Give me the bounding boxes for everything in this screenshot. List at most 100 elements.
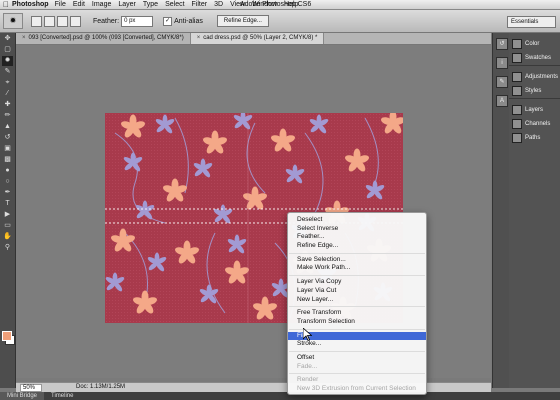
menu-item-fade: Fade... xyxy=(297,362,318,370)
menu-item-layer-via-cut[interactable]: Layer Via Cut xyxy=(288,287,426,296)
antialias-checkbox[interactable]: ✓ xyxy=(163,16,173,26)
feather-label: Feather: xyxy=(93,17,120,25)
app-menu[interactable]: Photoshop xyxy=(12,1,49,8)
menu-item-new-3d-extrusion-from-current-selection: New 3D Extrusion from Current Selection xyxy=(297,385,416,392)
bottom-panel-tabs: Mini Bridge Timeline xyxy=(0,392,560,400)
menu-item-new-layer[interactable]: New Layer... xyxy=(288,296,426,305)
eraser-tool-icon[interactable]: ▣ xyxy=(2,144,13,154)
menu-item-offset[interactable]: Offset xyxy=(288,354,426,363)
workspace-select[interactable]: Essentials xyxy=(507,16,556,28)
apple-icon[interactable]:  xyxy=(0,0,12,9)
feather-input[interactable]: 0 px xyxy=(121,15,154,27)
quick-select-tool-icon[interactable]: ✎ xyxy=(2,67,13,77)
panel-item-styles[interactable]: Styles xyxy=(509,84,560,98)
tab-mini-bridge[interactable]: Mini Bridge xyxy=(0,392,45,400)
foreground-color-swatch[interactable] xyxy=(2,331,12,341)
type-tool-icon[interactable]: T xyxy=(2,199,13,209)
menu-item-layer-via-copy[interactable]: Layer Via Copy xyxy=(288,278,426,287)
menu-separator xyxy=(288,251,426,256)
healing-tool-icon[interactable]: ✚ xyxy=(2,100,13,110)
menu-3d[interactable]: 3D xyxy=(214,1,223,8)
brush-tool-icon[interactable]: ✏ xyxy=(2,111,13,121)
panel-item-layers[interactable]: Layers xyxy=(509,103,560,117)
pen-tool-icon[interactable]: ✒ xyxy=(2,188,13,198)
refine-edge-button[interactable]: Refine Edge... xyxy=(216,15,269,27)
panel-item-adjustments[interactable]: Adjustments xyxy=(509,70,560,84)
shape-tool-icon[interactable]: ▭ xyxy=(2,221,13,231)
paths-icon xyxy=(512,133,522,143)
stamp-tool-icon[interactable]: ▲ xyxy=(2,122,13,132)
menu-edit[interactable]: Edit xyxy=(73,1,85,8)
panels-column: Color Swatches Adjustments Styles Layers… xyxy=(509,33,560,388)
move-tool-icon[interactable]: ✥ xyxy=(2,34,13,44)
blur-tool-icon[interactable]: ● xyxy=(2,166,13,176)
menu-item-refine-edge[interactable]: Refine Edge... xyxy=(288,242,426,251)
styles-icon xyxy=(512,86,522,96)
menu-separator xyxy=(288,349,426,354)
panel-label: Swatches xyxy=(525,55,552,61)
tab-document-1[interactable]: × 093 [Converted].psd @ 100% (093 [Conver… xyxy=(16,33,191,44)
character-panel-icon[interactable]: A xyxy=(496,95,508,107)
menu-image[interactable]: Image xyxy=(92,1,111,8)
antialias-label: Anti-alias xyxy=(174,17,203,25)
panel-label: Paths xyxy=(525,135,541,141)
menu-filter[interactable]: Filter xyxy=(192,1,208,8)
document-size-info[interactable]: Doc: 1.13M/1.25M xyxy=(76,384,125,390)
menu-item-free-transform[interactable]: Free Transform xyxy=(288,309,426,318)
path-select-tool-icon[interactable]: ▶ xyxy=(2,210,13,220)
adjustments-icon xyxy=(512,72,522,82)
menu-type[interactable]: Type xyxy=(143,1,158,8)
menu-item-save-selection[interactable]: Save Selection... xyxy=(288,256,426,265)
zoom-level-field[interactable]: 50% xyxy=(20,384,42,392)
tools-panel: ✥ ▢ ✹ ✎ ⌖ ⁄ ✚ ✏ ▲ ↺ ▣ ▩ ● ○ ✒ T ▶ ▭ ✋ ⚲ xyxy=(0,33,16,388)
panel-label: Adjustments xyxy=(525,74,559,80)
menu-item-transform-selection[interactable]: Transform Selection xyxy=(288,318,426,327)
new-selection-button[interactable] xyxy=(31,15,42,27)
tab-label: 093 [Converted].psd @ 100% (093 [Convert… xyxy=(28,35,184,41)
tab-timeline[interactable]: Timeline xyxy=(44,392,80,400)
document-tabs: × 093 [Converted].psd @ 100% (093 [Conver… xyxy=(16,33,491,45)
layers-icon xyxy=(512,105,522,115)
menu-separator xyxy=(288,273,426,278)
menu-separator xyxy=(288,304,426,309)
history-brush-tool-icon[interactable]: ↺ xyxy=(2,133,13,143)
menu-item-deselect[interactable]: Deselect xyxy=(288,216,426,225)
subtract-from-selection-button[interactable] xyxy=(57,15,68,27)
dodge-tool-icon[interactable]: ○ xyxy=(2,177,13,187)
panel-item-paths[interactable]: Paths xyxy=(509,131,560,145)
menu-item-make-work-path[interactable]: Make Work Path... xyxy=(288,264,426,273)
zoom-tool-icon[interactable]: ⚲ xyxy=(2,243,13,253)
menu-bar:  Photoshop File Edit Image Layer Type S… xyxy=(0,0,560,10)
menu-layer[interactable]: Layer xyxy=(118,1,136,8)
tab-label: cad dress.psd @ 50% (Layer 2, CMYK/8) * xyxy=(203,35,318,41)
panel-label: Layers xyxy=(525,107,544,113)
lasso-tool-icon[interactable]: ✹ xyxy=(2,56,13,66)
crop-tool-icon[interactable]: ⌖ xyxy=(2,78,13,88)
menu-item-stroke[interactable]: Stroke... xyxy=(288,340,426,349)
panel-item-channels[interactable]: Channels xyxy=(509,117,560,131)
marquee-tool-icon[interactable]: ▢ xyxy=(2,45,13,55)
panel-item-swatches[interactable]: Swatches xyxy=(509,51,560,65)
mouse-pointer-icon xyxy=(303,328,312,341)
brush-panel-icon[interactable]: ✎ xyxy=(496,76,508,88)
close-icon[interactable]: × xyxy=(197,35,201,41)
lasso-tool-preset-icon[interactable]: ✹ xyxy=(3,13,23,29)
close-icon[interactable]: × xyxy=(22,35,26,41)
history-panel-icon[interactable]: ↺ xyxy=(496,38,508,50)
menu-file[interactable]: File xyxy=(55,1,66,8)
menu-separator xyxy=(288,371,426,376)
eyedropper-tool-icon[interactable]: ⁄ xyxy=(2,89,13,99)
add-to-selection-button[interactable] xyxy=(44,15,55,27)
hand-tool-icon[interactable]: ✋ xyxy=(2,232,13,242)
properties-panel-icon[interactable]: i xyxy=(496,57,508,69)
menu-item-render: Render xyxy=(297,376,319,384)
menu-item-select-inverse[interactable]: Select Inverse xyxy=(288,225,426,234)
menu-item-feather[interactable]: Feather... xyxy=(288,233,426,242)
gradient-tool-icon[interactable]: ▩ xyxy=(2,155,13,165)
panel-label: Color xyxy=(525,41,540,47)
intersect-selection-button[interactable] xyxy=(70,15,81,27)
context-menu: Deselect Select Inverse Feather... Refine E… xyxy=(287,212,427,395)
panel-item-color[interactable]: Color xyxy=(509,37,560,51)
menu-select[interactable]: Select xyxy=(165,1,184,8)
tab-document-2[interactable]: × cad dress.psd @ 50% (Layer 2, CMYK/8) * xyxy=(190,33,325,44)
